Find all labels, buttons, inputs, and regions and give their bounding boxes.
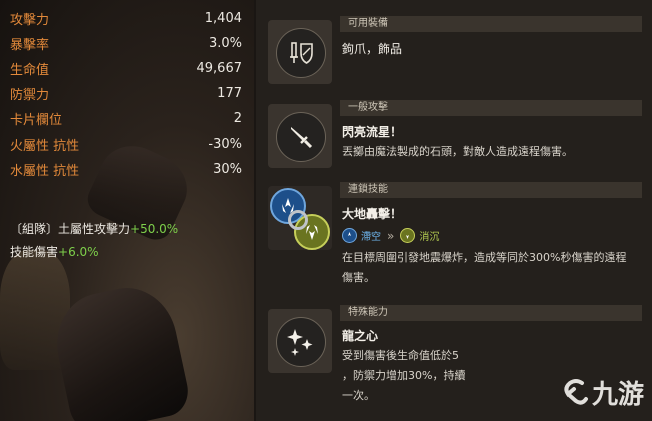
knockdown-mini-icon (400, 228, 416, 243)
condition-knockdown-label: 消沉 (419, 232, 440, 243)
stat-row-crit-rate: 暴擊率 3.0% (10, 32, 242, 54)
special-ability-description-line: 受到傷害後生命值低於5 (342, 349, 459, 362)
character-stats-panel: 攻擊力 1,404 暴擊率 3.0% 生命值 49,667 防禦力 177 卡片… (0, 0, 254, 421)
stat-value: 2 (233, 110, 242, 126)
bonus-party-earth-attack: 〔組隊〕土屬性攻擊力+50.0% (10, 220, 178, 237)
equip-types: 鉤爪，飾品 (342, 42, 403, 56)
stat-value: 177 (217, 85, 242, 101)
stat-label: 攻擊力 (10, 12, 50, 28)
chevron-arrows-icon: » (387, 228, 395, 243)
stat-label: 水屬性 抗性 (10, 163, 80, 179)
stat-label: 暴擊率 (10, 37, 50, 53)
stat-row-defense: 防禦力 177 (10, 82, 242, 104)
bonus-value: +50.0% (130, 222, 179, 236)
stat-value: 1,404 (204, 10, 242, 26)
chain-skill-name: 大地轟擊！ (342, 207, 403, 221)
stat-label: 生命值 (10, 62, 50, 78)
stat-value: 30% (213, 161, 242, 177)
jiuyou-logo-icon (564, 378, 588, 405)
normal-attack-description: 丟擲由魔法製成的石頭，對敵人造成遠程傷害。 (342, 145, 573, 158)
bonus-value: +6.0% (58, 245, 99, 259)
equip-icon-frame (268, 20, 332, 84)
special-icon-frame (268, 309, 332, 373)
stat-label: 火屬性 抗性 (10, 138, 80, 154)
stat-row-hp: 生命值 49,667 (10, 57, 242, 79)
stat-row-attack: 攻擊力 1,404 (10, 7, 242, 29)
stat-value: -30% (208, 136, 242, 152)
sword-icon (276, 112, 326, 162)
stat-row-water-resist: 水屬性 抗性 30% (10, 158, 242, 180)
bonus-text: 〔組隊〕土屬性攻擊力 (10, 222, 131, 236)
airborne-mini-icon (342, 228, 357, 243)
stat-label: 卡片欄位 (10, 112, 63, 128)
jiuyou-watermark-logo: 九游 (560, 374, 644, 411)
condition-airborne-label: 滯空 (361, 232, 381, 243)
weapon-shield-icon (276, 28, 326, 78)
bonus-text: 技能傷害 (10, 245, 59, 259)
chain-skill-icon-frame (268, 186, 332, 250)
watermark-text: 九游 (591, 380, 644, 410)
chain-skill-section: 連鎖技能 大地轟擊！ 滯空 » 消沉 在目標周圍引發地震爆炸，造成等同於300%… (256, 180, 652, 300)
equip-section: 可用裝備 鉤爪，飾品 (256, 0, 652, 92)
normal-attack-name: 閃亮流星！ (342, 125, 403, 139)
skill-info-panel: 可用裝備 鉤爪，飾品 一般攻擊 閃亮流星！ 丟擲由魔法製成的石頭，對敵人造成遠程… (256, 0, 652, 421)
chain-condition: 滯空 » 消沉 (342, 228, 439, 243)
normal-attack-icon-frame (268, 104, 332, 168)
special-ability-name: 龍之心 (342, 329, 379, 343)
stat-value: 49,667 (196, 60, 243, 76)
bonus-skill-damage: 技能傷害+6.0% (10, 243, 99, 260)
stat-value: 3.0% (208, 35, 242, 51)
sparkle-icon (276, 317, 326, 367)
stat-row-fire-resist: 火屬性 抗性 -30% (10, 133, 242, 155)
stat-row-card-slots: 卡片欄位 2 (10, 107, 242, 129)
section-header: 可用裝備 (340, 16, 642, 32)
section-header: 連鎖技能 (340, 182, 642, 198)
stat-label: 防禦力 (10, 87, 50, 103)
chain-skill-description: 在目標周圍引發地震爆炸，造成等同於300%秒傷害的遠程傷害。 (342, 251, 627, 284)
normal-attack-section: 一般攻擊 閃亮流星！ 丟擲由魔法製成的石頭，對敵人造成遠程傷害。 (256, 98, 652, 178)
section-header: 一般攻擊 (340, 100, 642, 116)
section-header: 特殊能力 (340, 305, 642, 321)
